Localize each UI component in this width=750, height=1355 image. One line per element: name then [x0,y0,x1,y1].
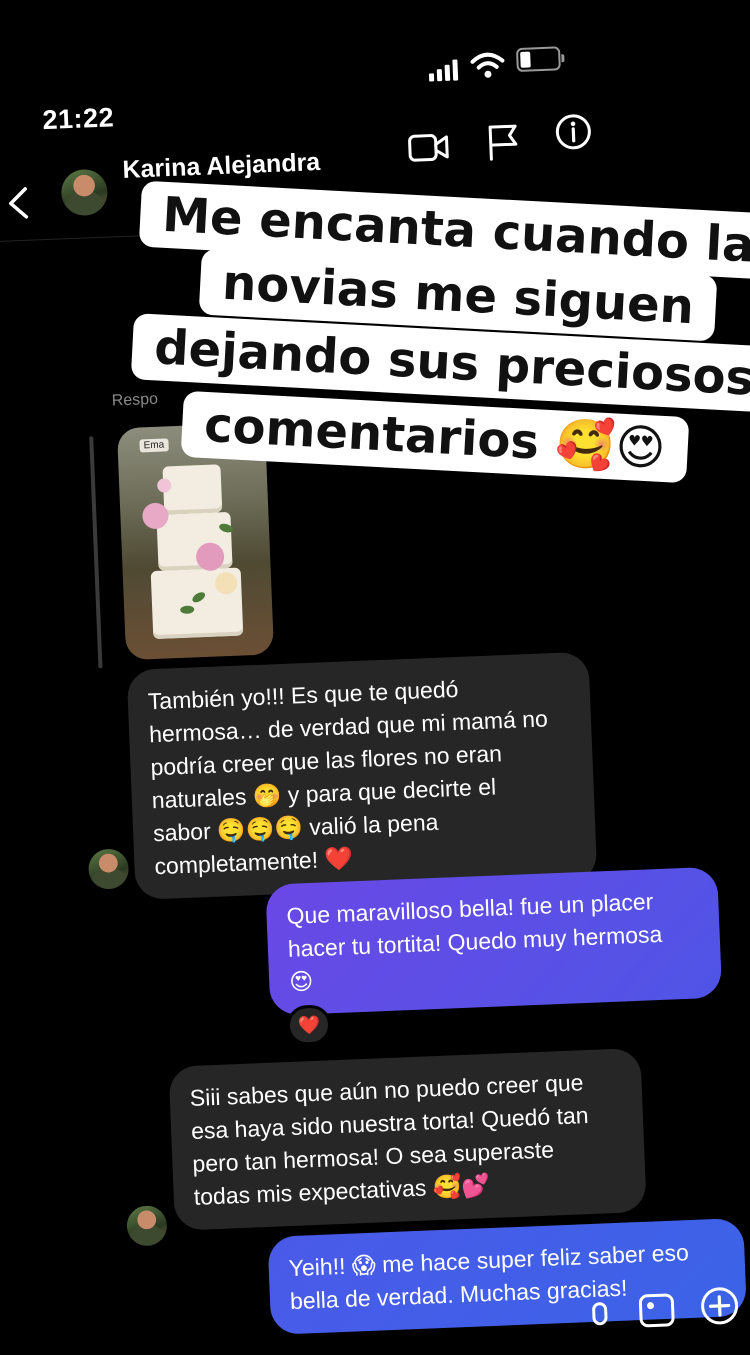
story-caption: Me encanta cuando las novias me siguen d… [0,0,750,1333]
caption-line: comentarios 🥰😍 [180,390,690,484]
